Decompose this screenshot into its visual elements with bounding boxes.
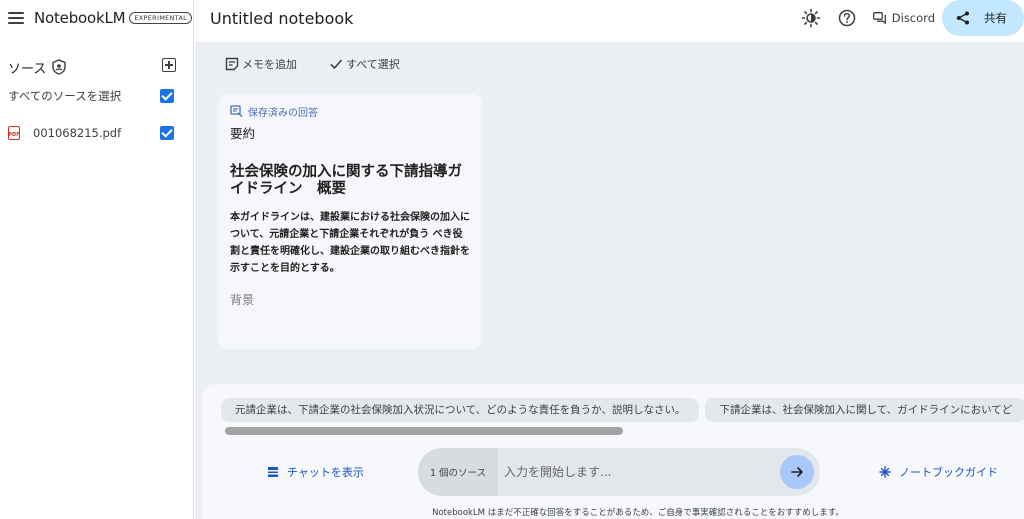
disclaimer: NotebookLM はまだ不正確な回答をすることがあるため、ご自身で事実確認さ… — [432, 508, 844, 518]
send-button[interactable] — [780, 455, 814, 489]
select-all-sources-checkbox[interactable] — [160, 89, 174, 103]
select-all-sources-label: すべてのソースを選択 — [8, 89, 122, 103]
show-chat-button[interactable]: チャットを表示 — [267, 464, 364, 480]
suggestion-chip[interactable]: 元請企業は、下請企業の社会保険加入状況について、どのような責任を負うか、説明しな… — [221, 398, 700, 422]
note-add-icon — [225, 57, 239, 71]
sidebar: NotebookLM EXPERIMENTAL ソース すべてのソースを選択 P… — [0, 0, 194, 519]
chat-input[interactable] — [504, 462, 764, 482]
share-icon — [956, 11, 969, 25]
sparkle-icon — [879, 466, 891, 478]
add-note-label: メモを追加 — [242, 58, 297, 71]
arrow-right-icon — [791, 467, 803, 477]
note-heading: 要約 — [230, 126, 256, 141]
top-actions: Discord 共有 — [801, 0, 1024, 36]
sources-label: ソース — [8, 61, 47, 77]
add-source-button[interactable] — [162, 58, 176, 72]
show-chat-label: チャットを表示 — [287, 466, 364, 479]
note-body: 本ガイドラインは、建設業における社会保険の加入について、元請企業と下請企業それぞ… — [230, 212, 470, 274]
note-footer: 背景 — [230, 293, 255, 307]
saved-note-card[interactable]: 保存済みの回答 要約 社会保険の加入に関する下請指導ガイドライン 概要 本ガイド… — [218, 94, 482, 349]
notes-toolbar: メモを追加 すべて選択 — [225, 56, 432, 72]
share-button[interactable]: 共有 — [942, 0, 1024, 36]
suggestions-scrollbar[interactable] — [225, 427, 623, 435]
suggested-questions: 元請企業は、下請企業の社会保険加入状況について、どのような責任を負うか、説明しな… — [221, 398, 1024, 424]
notebook-guide-label: ノートブックガイド — [899, 466, 998, 479]
chat-panel: 元請企業は、下請企業の社会保険加入状況について、どのような責任を負うか、説明しな… — [203, 384, 1024, 519]
pdf-icon: PDF — [8, 126, 20, 140]
suggestion-chip[interactable]: 下請企業は、社会保険加入に関して、ガイドラインにおいてど — [705, 398, 1024, 422]
note-tag-label: 保存済みの回答 — [248, 107, 318, 119]
experimental-badge: EXPERIMENTAL — [129, 12, 193, 24]
theme-toggle-icon[interactable] — [801, 8, 821, 28]
note-title: 社会保険の加入に関する下請指導ガイドライン 概要 — [230, 164, 462, 197]
add-note-button[interactable]: メモを追加 — [225, 56, 297, 72]
chat-input-bar: 1 個のソース — [418, 448, 820, 496]
source-checkbox[interactable] — [160, 126, 174, 140]
sources-header: ソース — [8, 58, 178, 77]
source-name: 001068215.pdf — [33, 126, 122, 140]
discord-label: Discord — [891, 11, 935, 25]
saved-response-icon — [230, 105, 243, 117]
share-label: 共有 — [984, 11, 1007, 25]
topbar: Untitled notebook Discord 共有 — [195, 0, 1024, 42]
note-tag: 保存済みの回答 — [230, 104, 470, 119]
chat-list-icon — [268, 467, 278, 477]
discord-button[interactable]: Discord — [872, 11, 935, 25]
source-item[interactable]: PDF 001068215.pdf — [8, 123, 178, 143]
shield-icon[interactable] — [52, 59, 67, 75]
menu-icon[interactable] — [8, 12, 24, 24]
notebook-guide-button[interactable]: ノートブックガイド — [879, 464, 998, 480]
notebook-title[interactable]: Untitled notebook — [210, 9, 353, 28]
source-count-badge[interactable]: 1 個のソース — [418, 448, 498, 496]
chat-bubbles-icon — [872, 12, 886, 24]
brand: NotebookLM EXPERIMENTAL — [8, 8, 193, 28]
select-all-notes-button[interactable]: すべて選択 — [329, 56, 400, 72]
select-all-notes-label: すべて選択 — [346, 58, 400, 71]
help-icon[interactable] — [837, 8, 857, 28]
checkmark-icon — [330, 59, 343, 70]
select-all-sources-row[interactable]: すべてのソースを選択 — [8, 86, 178, 106]
brand-name: NotebookLM — [34, 9, 126, 27]
